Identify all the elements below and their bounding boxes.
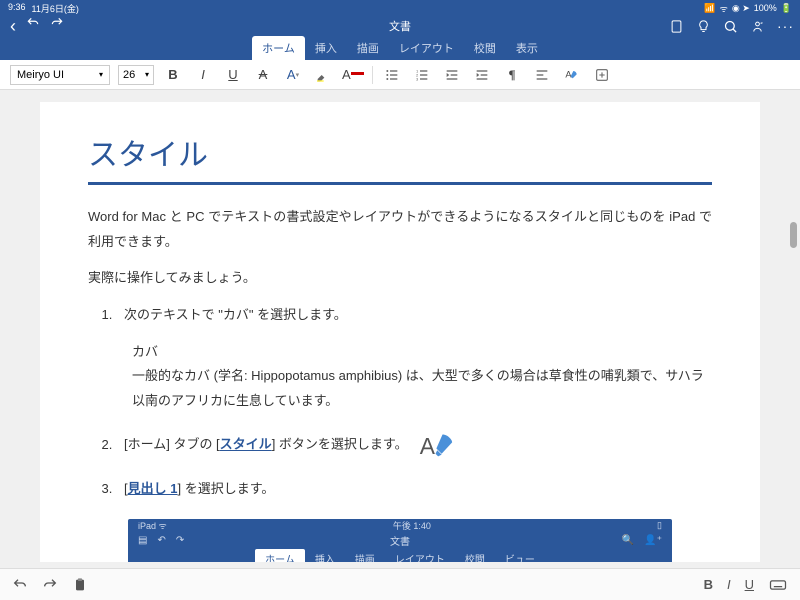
share-icon[interactable] xyxy=(750,19,765,34)
lead-paragraph: 実際に操作してみましょう。 xyxy=(88,266,712,291)
bottom-toolbar: B I U xyxy=(0,568,800,600)
step-1: 次のテキストで "カバ" を選択します。 カバ 一般的なカバ (学名: Hipp… xyxy=(116,303,712,413)
inner-doc-title: 文書 xyxy=(390,533,410,548)
step-3: [見出し 1] を選択します。 xyxy=(116,477,712,500)
document-page[interactable]: スタイル Word for Mac と PC でテキストの書式設定やレイアウトが… xyxy=(40,102,760,562)
italic-button[interactable]: I xyxy=(192,64,214,86)
status-time: 9:36 xyxy=(8,2,26,15)
embedded-screenshot: iPad ᯤ 午後 1:40 ▯ ▤ ↶ ↷ 文書 🔍 👤⁺ ホーム 挿入 描画… xyxy=(128,519,672,562)
battery-icon: 🔋 xyxy=(781,3,792,14)
svg-text:A: A xyxy=(420,433,436,459)
title-bar: ‹ 文書 ··· xyxy=(0,16,800,36)
font-size-select[interactable]: 26 ▾ xyxy=(118,65,154,85)
inner-battery-icon: ▯ xyxy=(657,520,662,531)
clipboard-icon[interactable] xyxy=(72,577,88,593)
wifi-icon: ᯤ xyxy=(720,2,728,15)
tab-review[interactable]: 校閲 xyxy=(464,36,506,60)
align-button[interactable] xyxy=(531,64,553,86)
heading-rule xyxy=(88,182,712,185)
tab-layout[interactable]: レイアウト xyxy=(389,36,464,60)
bottom-undo-button[interactable] xyxy=(12,577,28,593)
heading1-link[interactable]: 見出し 1 xyxy=(128,481,178,496)
search-icon[interactable] xyxy=(723,19,738,34)
step-1-text: 次のテキストで "カバ" を選択します。 xyxy=(124,307,347,322)
app-chrome: ‹ 文書 ··· ホーム 挿入 描画 レイアウト 校閲 表示 xyxy=(0,16,800,60)
indent-button[interactable] xyxy=(471,64,493,86)
redo-button[interactable] xyxy=(50,16,64,37)
styles-button[interactable]: A xyxy=(561,64,583,86)
bottom-underline-button[interactable]: U xyxy=(745,577,754,592)
signal-icon: 📶 xyxy=(704,3,715,14)
tab-insert[interactable]: 挿入 xyxy=(305,36,347,60)
battery-text: 100% xyxy=(754,3,777,13)
font-color-button[interactable]: A xyxy=(342,64,364,86)
bottom-bold-button[interactable]: B xyxy=(704,577,713,592)
heading-style: スタイル xyxy=(88,130,712,174)
font-name: Meiryo UI xyxy=(17,69,64,81)
inner-time: 午後 1:40 xyxy=(393,519,431,532)
inner-redo-icon: ↷ xyxy=(176,535,184,546)
underline-button[interactable]: U xyxy=(222,64,244,86)
undo-button[interactable] xyxy=(26,16,40,37)
steps-list: 次のテキストで "カバ" を選択します。 カバ 一般的なカバ (学名: Hipp… xyxy=(116,303,712,501)
inner-device: iPad xyxy=(138,521,156,531)
inner-tab-insert: 挿入 xyxy=(305,549,345,562)
inner-undo-icon: ↶ xyxy=(157,535,165,546)
status-date: 11月6日(金) xyxy=(32,2,79,15)
inner-tab-view: ビュー xyxy=(495,549,545,562)
status-bar: 9:36 11月6日(金) 📶 ᯤ ◉ ➤ 100% 🔋 xyxy=(0,0,800,16)
more-icon[interactable]: ··· xyxy=(777,18,794,34)
chevron-down-icon: ▾ xyxy=(99,70,103,79)
bold-button[interactable]: B xyxy=(162,64,184,86)
step-2-text-b: ] ボタンを選択します。 xyxy=(272,437,408,452)
outdent-button[interactable] xyxy=(441,64,463,86)
location-icon: ◉ ➤ xyxy=(732,3,750,14)
font-size: 26 xyxy=(123,69,135,81)
highlight-button[interactable] xyxy=(312,64,334,86)
strikethrough-button[interactable]: A xyxy=(252,64,274,86)
sample-title: カバ xyxy=(132,340,712,363)
document-title: 文書 xyxy=(389,18,411,34)
numbering-button[interactable]: 123 xyxy=(411,64,433,86)
inner-share-icon: 👤⁺ xyxy=(644,535,662,546)
tab-draw[interactable]: 描画 xyxy=(347,36,389,60)
svg-text:3: 3 xyxy=(416,76,419,81)
inner-search-icon: 🔍 xyxy=(622,535,634,546)
font-select[interactable]: Meiryo UI ▾ xyxy=(10,65,110,85)
tab-home[interactable]: ホーム xyxy=(252,36,305,60)
style-icon: A xyxy=(417,431,461,459)
lightbulb-icon[interactable] xyxy=(696,19,711,34)
ribbon-tabs: ホーム 挿入 描画 レイアウト 校閲 表示 xyxy=(0,36,800,60)
keyboard-icon[interactable] xyxy=(768,575,788,595)
step-3-text-b: ] を選択します。 xyxy=(177,481,274,496)
chevron-down-icon: ▾ xyxy=(145,70,149,79)
intro-paragraph: Word for Mac と PC でテキストの書式設定やレイアウトができるよう… xyxy=(88,205,712,254)
bullets-button[interactable] xyxy=(381,64,403,86)
inner-tab-home: ホーム xyxy=(255,549,305,562)
inner-sheet-icon: ▤ xyxy=(138,535,147,546)
paragraph-button[interactable]: ¶ xyxy=(501,64,523,86)
tab-view[interactable]: 表示 xyxy=(506,36,548,60)
inner-tab-draw: 描画 xyxy=(345,549,385,562)
inner-tab-review: 校閲 xyxy=(455,549,495,562)
font-format-button[interactable]: A▾ xyxy=(282,64,304,86)
sample-body: 一般的なカバ (学名: Hippopotamus amphibius) は、大型… xyxy=(132,364,712,413)
bottom-redo-button[interactable] xyxy=(42,577,58,593)
bottom-italic-button[interactable]: I xyxy=(727,577,731,592)
insert-button[interactable] xyxy=(591,64,613,86)
inner-wifi-icon: ᯤ xyxy=(159,521,167,531)
inner-tab-layout: レイアウト xyxy=(385,549,455,562)
style-link[interactable]: スタイル xyxy=(220,437,272,452)
step-2-text-a: [ホーム] タブの [ xyxy=(124,437,220,452)
svg-text:A: A xyxy=(565,69,572,79)
reading-mode-icon[interactable] xyxy=(669,19,684,34)
format-toolbar: Meiryo UI ▾ 26 ▾ B I U A A▾ A 123 ¶ A xyxy=(0,60,800,90)
step-2: [ホーム] タブの [スタイル] ボタンを選択します。 A xyxy=(116,431,712,459)
scroll-thumb[interactable] xyxy=(790,222,797,248)
back-button[interactable]: ‹ xyxy=(10,16,16,37)
